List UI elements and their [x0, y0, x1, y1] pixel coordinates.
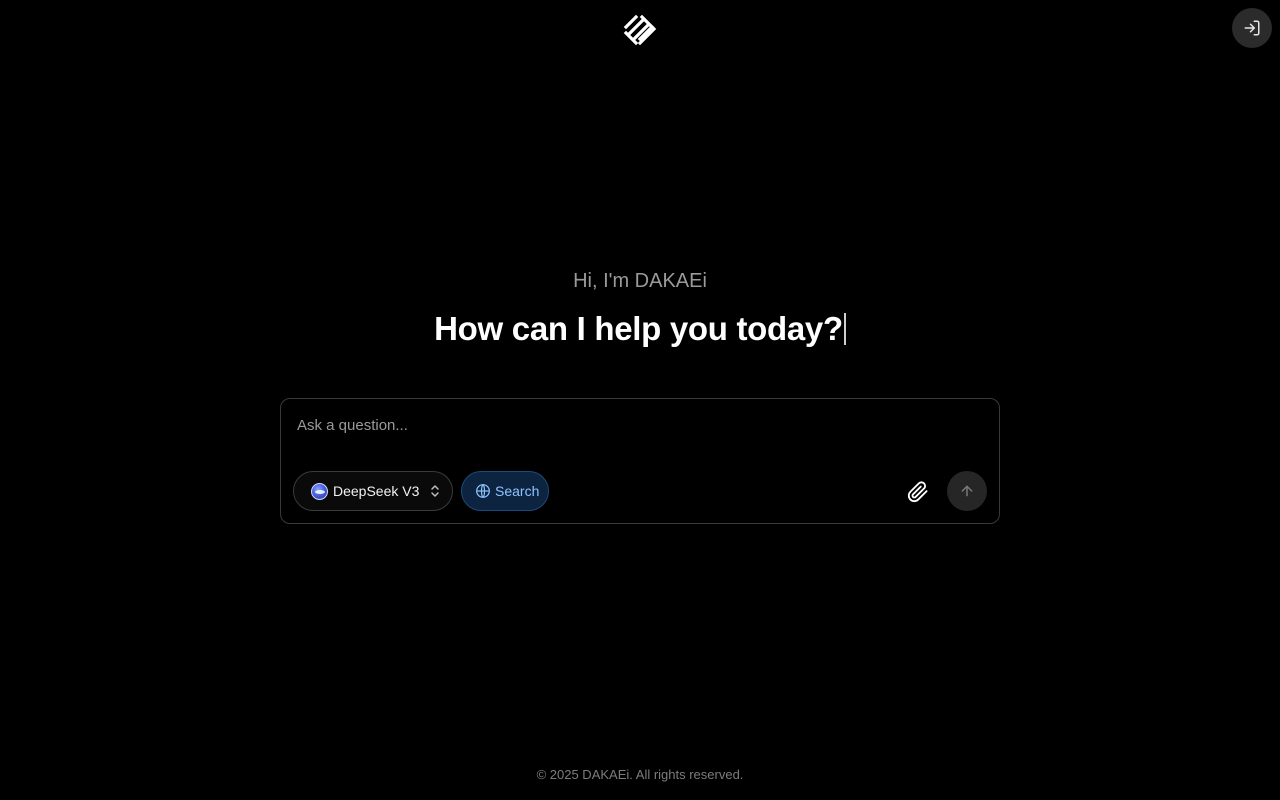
attach-button[interactable] [905, 479, 931, 505]
page-title: How can I help you today? [0, 310, 1280, 348]
search-label: Search [495, 483, 540, 499]
chevron-up-down-icon [429, 484, 441, 498]
app-root: Hi, I'm DAKAEi How can I help you today?… [0, 0, 1280, 800]
typing-caret [843, 313, 846, 345]
dakaei-logo-icon [623, 14, 657, 46]
greeting-text: Hi, I'm DAKAEi [573, 270, 707, 292]
arrow-up-icon [961, 485, 973, 497]
headline-text: How can I help you today? [434, 310, 843, 347]
paperclip-icon [907, 481, 928, 503]
deepseek-whale-icon [311, 482, 328, 500]
footer-copyright: © 2025 DAKAEi. All rights reserved. [536, 767, 744, 782]
model-selector-button[interactable]: DeepSeek V3 [293, 471, 453, 511]
question-input[interactable] [297, 413, 977, 437]
sign-in-icon [1244, 20, 1260, 36]
globe-icon [476, 484, 490, 498]
chat-composer: DeepSeek V3 Search [280, 398, 1000, 524]
login-button[interactable] [1232, 8, 1272, 48]
model-label: DeepSeek V3 [333, 483, 420, 499]
search-toggle-button[interactable]: Search [461, 471, 549, 511]
send-button[interactable] [947, 471, 987, 511]
